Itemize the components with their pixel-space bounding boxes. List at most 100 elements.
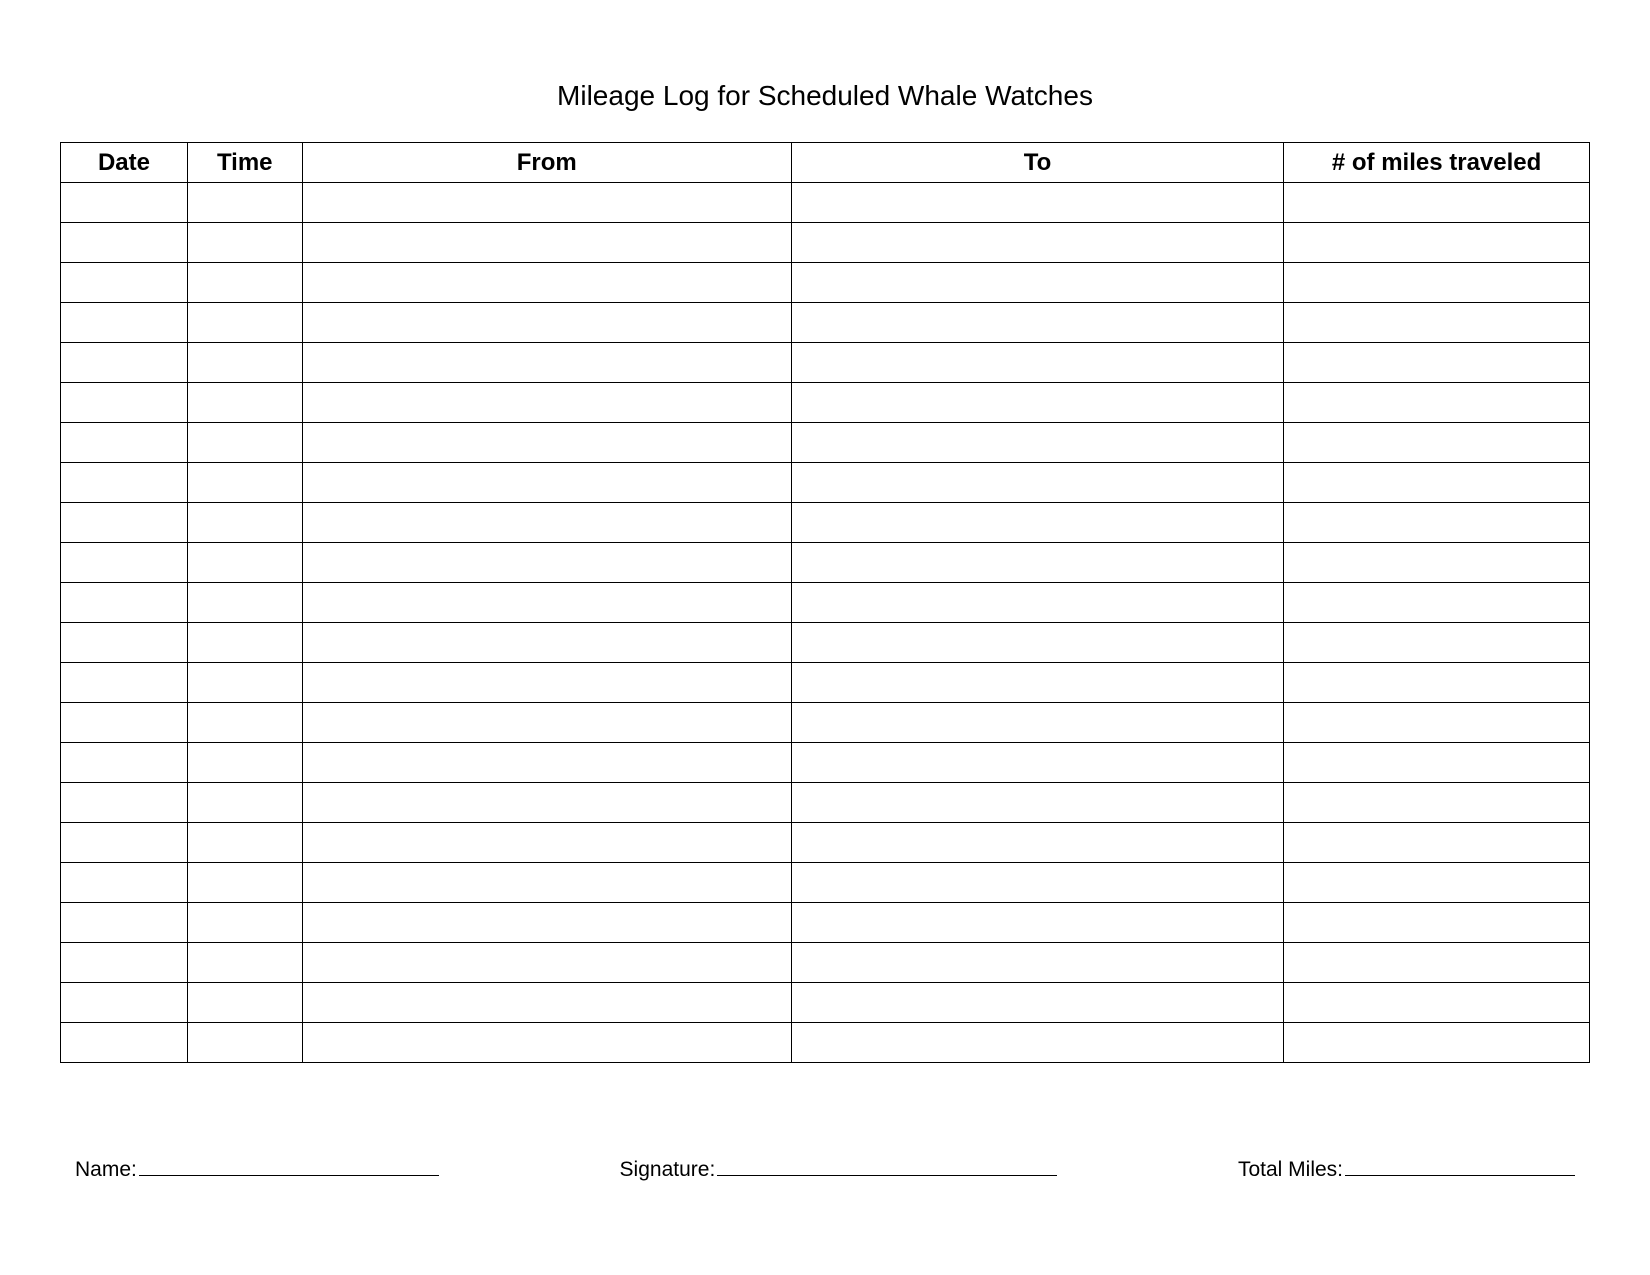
signature-line[interactable] <box>717 1153 1057 1176</box>
cell-from[interactable] <box>302 463 791 503</box>
cell-to[interactable] <box>791 743 1283 783</box>
cell-from[interactable] <box>302 983 791 1023</box>
cell-to[interactable] <box>791 223 1283 263</box>
cell-time[interactable] <box>187 863 302 903</box>
name-line[interactable] <box>139 1153 439 1176</box>
cell-time[interactable] <box>187 543 302 583</box>
cell-miles[interactable] <box>1284 703 1590 743</box>
cell-to[interactable] <box>791 823 1283 863</box>
cell-to[interactable] <box>791 1023 1283 1063</box>
cell-miles[interactable] <box>1284 303 1590 343</box>
cell-time[interactable] <box>187 303 302 343</box>
cell-from[interactable] <box>302 863 791 903</box>
cell-date[interactable] <box>61 983 188 1023</box>
cell-miles[interactable] <box>1284 343 1590 383</box>
cell-from[interactable] <box>302 783 791 823</box>
cell-date[interactable] <box>61 183 188 223</box>
cell-time[interactable] <box>187 223 302 263</box>
cell-to[interactable] <box>791 903 1283 943</box>
cell-date[interactable] <box>61 583 188 623</box>
cell-from[interactable] <box>302 263 791 303</box>
cell-from[interactable] <box>302 383 791 423</box>
cell-time[interactable] <box>187 463 302 503</box>
cell-time[interactable] <box>187 263 302 303</box>
cell-date[interactable] <box>61 943 188 983</box>
cell-to[interactable] <box>791 543 1283 583</box>
cell-date[interactable] <box>61 383 188 423</box>
cell-from[interactable] <box>302 663 791 703</box>
cell-to[interactable] <box>791 263 1283 303</box>
cell-date[interactable] <box>61 663 188 703</box>
cell-miles[interactable] <box>1284 623 1590 663</box>
cell-time[interactable] <box>187 623 302 663</box>
cell-date[interactable] <box>61 503 188 543</box>
cell-miles[interactable] <box>1284 983 1590 1023</box>
cell-to[interactable] <box>791 503 1283 543</box>
cell-date[interactable] <box>61 903 188 943</box>
cell-from[interactable] <box>302 543 791 583</box>
cell-miles[interactable] <box>1284 903 1590 943</box>
cell-date[interactable] <box>61 543 188 583</box>
cell-date[interactable] <box>61 223 188 263</box>
cell-miles[interactable] <box>1284 383 1590 423</box>
cell-time[interactable] <box>187 1023 302 1063</box>
cell-time[interactable] <box>187 343 302 383</box>
cell-from[interactable] <box>302 223 791 263</box>
cell-from[interactable] <box>302 943 791 983</box>
cell-from[interactable] <box>302 303 791 343</box>
cell-from[interactable] <box>302 903 791 943</box>
cell-miles[interactable] <box>1284 543 1590 583</box>
cell-to[interactable] <box>791 383 1283 423</box>
cell-time[interactable] <box>187 663 302 703</box>
cell-date[interactable] <box>61 623 188 663</box>
cell-to[interactable] <box>791 583 1283 623</box>
cell-miles[interactable] <box>1284 1023 1590 1063</box>
cell-date[interactable] <box>61 303 188 343</box>
cell-date[interactable] <box>61 263 188 303</box>
cell-to[interactable] <box>791 663 1283 703</box>
cell-to[interactable] <box>791 783 1283 823</box>
cell-from[interactable] <box>302 623 791 663</box>
cell-to[interactable] <box>791 623 1283 663</box>
cell-date[interactable] <box>61 1023 188 1063</box>
cell-from[interactable] <box>302 1023 791 1063</box>
cell-time[interactable] <box>187 503 302 543</box>
cell-time[interactable] <box>187 703 302 743</box>
cell-miles[interactable] <box>1284 423 1590 463</box>
cell-date[interactable] <box>61 823 188 863</box>
cell-time[interactable] <box>187 903 302 943</box>
cell-date[interactable] <box>61 783 188 823</box>
cell-time[interactable] <box>187 783 302 823</box>
cell-miles[interactable] <box>1284 463 1590 503</box>
cell-miles[interactable] <box>1284 183 1590 223</box>
cell-date[interactable] <box>61 343 188 383</box>
cell-miles[interactable] <box>1284 663 1590 703</box>
cell-to[interactable] <box>791 943 1283 983</box>
cell-time[interactable] <box>187 823 302 863</box>
cell-time[interactable] <box>187 183 302 223</box>
cell-time[interactable] <box>187 943 302 983</box>
cell-miles[interactable] <box>1284 223 1590 263</box>
cell-to[interactable] <box>791 983 1283 1023</box>
cell-miles[interactable] <box>1284 943 1590 983</box>
cell-from[interactable] <box>302 743 791 783</box>
cell-date[interactable] <box>61 463 188 503</box>
cell-to[interactable] <box>791 343 1283 383</box>
cell-from[interactable] <box>302 503 791 543</box>
cell-from[interactable] <box>302 183 791 223</box>
cell-date[interactable] <box>61 423 188 463</box>
cell-miles[interactable] <box>1284 583 1590 623</box>
cell-time[interactable] <box>187 983 302 1023</box>
cell-to[interactable] <box>791 703 1283 743</box>
cell-time[interactable] <box>187 423 302 463</box>
cell-from[interactable] <box>302 703 791 743</box>
cell-to[interactable] <box>791 183 1283 223</box>
cell-miles[interactable] <box>1284 863 1590 903</box>
cell-date[interactable] <box>61 863 188 903</box>
cell-to[interactable] <box>791 463 1283 503</box>
cell-from[interactable] <box>302 583 791 623</box>
cell-miles[interactable] <box>1284 743 1590 783</box>
cell-time[interactable] <box>187 383 302 423</box>
cell-from[interactable] <box>302 423 791 463</box>
cell-miles[interactable] <box>1284 823 1590 863</box>
